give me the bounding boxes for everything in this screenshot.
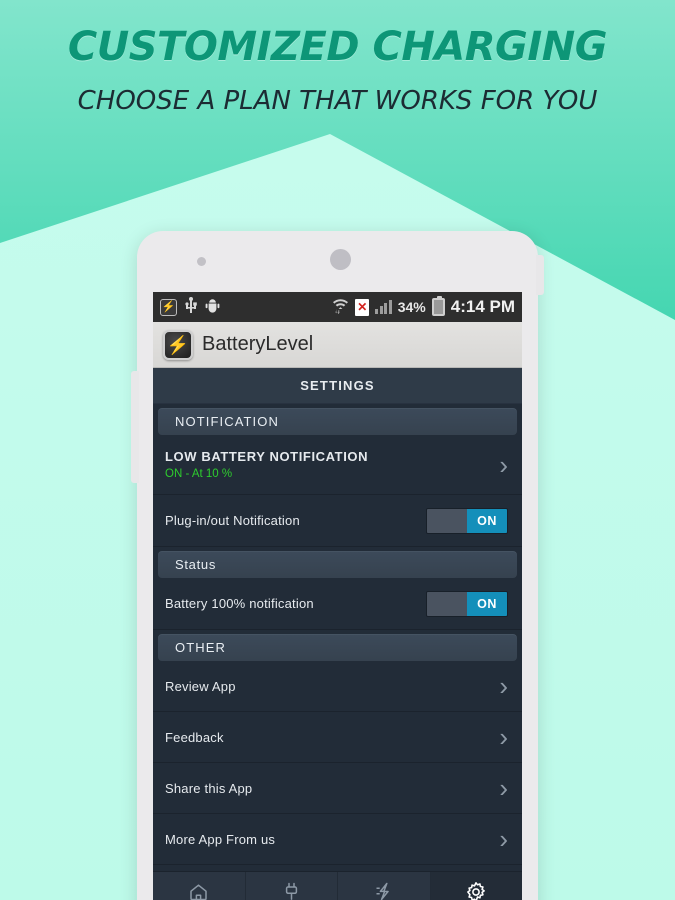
- phone-mockup: ⚡ ✕ 34% 4:14 PM ⚡ BatteryLevel SETTINGS …: [131, 231, 544, 900]
- row-review-app[interactable]: Review App ›: [153, 661, 522, 712]
- section-header-status: Status: [158, 551, 517, 578]
- section-header-other: OTHER: [158, 634, 517, 661]
- row-text: More App From us: [165, 832, 491, 847]
- row-share-this-app[interactable]: Share this App ›: [153, 763, 522, 814]
- row-text: LOW BATTERY NOTIFICATION ON - At 10 %: [165, 449, 491, 480]
- power-button[interactable]: [536, 255, 544, 295]
- row-title: More App From us: [165, 831, 276, 847]
- row-title: LOW BATTERY NOTIFICATION: [165, 449, 369, 464]
- toggle-battery-100-notification[interactable]: ON: [426, 590, 508, 617]
- nav-item-charge[interactable]: Charge: [246, 872, 338, 900]
- chevron-right-icon: ›: [499, 671, 508, 701]
- chevron-right-icon: ›: [499, 773, 508, 803]
- promo-subtitle: CHOOSE A PLAN THAT WORKS FOR YOU: [77, 86, 598, 116]
- app-bar: ⚡ BatteryLevel: [153, 322, 522, 368]
- android-bug-icon: [205, 298, 220, 317]
- promo-text-block: CUSTOMIZED CHARGING CHOOSE A PLAN THAT W…: [0, 0, 675, 116]
- wifi-icon: [332, 297, 349, 318]
- settings-list: NOTIFICATION LOW BATTERY NOTIFICATION ON…: [153, 408, 522, 865]
- phone-screen: ⚡ ✕ 34% 4:14 PM ⚡ BatteryLevel SETTINGS …: [153, 292, 522, 900]
- row-text: Battery 100% notification: [165, 596, 426, 611]
- row-title: Review App: [165, 678, 236, 694]
- home-icon: [188, 881, 209, 900]
- gear-icon: [465, 881, 487, 900]
- battery-charging-icon: [431, 296, 445, 316]
- bottom-navigation-bar: Save Charge: [153, 871, 522, 900]
- chevron-right-icon: ›: [499, 449, 508, 480]
- lightning-icon: [373, 881, 395, 900]
- status-bar-clock: 4:14 PM: [450, 297, 515, 316]
- row-title: Plug-in/out Notification: [165, 513, 300, 528]
- row-feedback[interactable]: Feedback ›: [153, 712, 522, 763]
- status-bar-left-icons: ⚡: [160, 296, 220, 318]
- x-document-icon: ✕: [355, 298, 370, 316]
- row-title: Feedback: [165, 729, 224, 745]
- status-bar-right-icons: ✕ 34% 4:14 PM: [332, 296, 515, 318]
- row-title: Battery 100% notification: [165, 596, 314, 611]
- chevron-right-icon: ›: [499, 722, 508, 752]
- toggle-track-off: [427, 508, 467, 533]
- row-title: Share this App: [165, 780, 253, 796]
- row-plug-in-out-notification[interactable]: Plug-in/out Notification ON: [153, 495, 522, 547]
- app-lightning-icon: ⚡: [163, 329, 193, 360]
- row-text: Review App: [165, 679, 491, 694]
- row-battery-100-notification[interactable]: Battery 100% notification ON: [153, 578, 522, 630]
- toggle-state-label: ON: [467, 591, 507, 616]
- signal-bars-icon: [375, 300, 392, 314]
- promo-title: CUSTOMIZED CHARGING: [67, 24, 608, 70]
- row-text: Plug-in/out Notification: [165, 513, 426, 528]
- toggle-state-label: ON: [467, 508, 507, 533]
- plug-icon: [282, 881, 301, 900]
- nav-item-setting[interactable]: Setting: [430, 872, 522, 900]
- usb-icon: [185, 296, 197, 318]
- row-text: Feedback: [165, 730, 491, 745]
- front-camera: [197, 257, 206, 266]
- app-lightning-icon: ⚡: [160, 298, 177, 316]
- section-header-notification: NOTIFICATION: [158, 408, 517, 435]
- android-status-bar: ⚡ ✕ 34% 4:14 PM: [153, 292, 522, 322]
- row-text: Share this App: [165, 781, 491, 796]
- row-more-app-from-us[interactable]: More App From us ›: [153, 814, 522, 865]
- app-title: BatteryLevel: [202, 333, 314, 355]
- page-title: SETTINGS: [153, 368, 522, 404]
- nav-item-mode[interactable]: Mode: [338, 872, 431, 900]
- toggle-plug-in-out-notification[interactable]: ON: [426, 507, 508, 534]
- battery-percent: 34%: [397, 299, 426, 315]
- volume-button[interactable]: [131, 371, 139, 483]
- row-low-battery-notification[interactable]: LOW BATTERY NOTIFICATION ON - At 10 % ›: [153, 435, 522, 495]
- toggle-track-off: [427, 591, 467, 616]
- row-status-value: ON - At 10 %: [165, 468, 233, 480]
- chevron-right-icon: ›: [499, 824, 508, 854]
- earpiece-speaker: [330, 249, 351, 270]
- nav-item-save[interactable]: Save: [153, 872, 246, 900]
